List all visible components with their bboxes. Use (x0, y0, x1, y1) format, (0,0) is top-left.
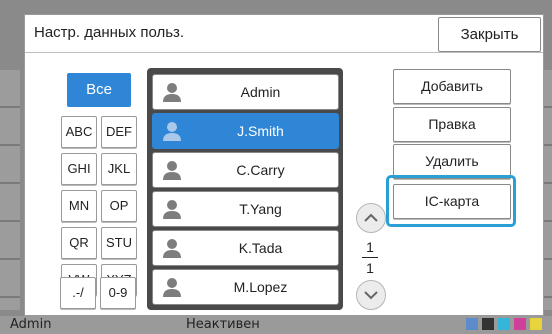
page-current: 1 (366, 239, 374, 255)
user-icon (163, 278, 181, 297)
status-user: Admin (10, 317, 52, 332)
user-icon (163, 83, 181, 102)
user-icon (163, 200, 181, 219)
filter-mn-button[interactable]: MN (61, 190, 97, 222)
user-icon (163, 161, 181, 180)
user-item-ccarry[interactable]: C.Carry (152, 152, 339, 188)
user-item-ktada[interactable]: K.Tada (152, 230, 339, 266)
user-item-jsmith[interactable]: J.Smith (152, 113, 339, 149)
chevron-up-icon (364, 213, 378, 222)
filter-symbols-button[interactable]: .-/ (60, 277, 96, 309)
filter-stu-button[interactable]: STU (101, 227, 137, 259)
filter-digits-button[interactable]: 0-9 (100, 277, 136, 309)
user-item-admin[interactable]: Admin (152, 74, 339, 110)
delete-button[interactable]: Удалить (393, 144, 511, 179)
user-name: K.Tada (238, 240, 283, 256)
ic-card-button[interactable]: IC-карта (393, 184, 511, 219)
user-list: Admin J.Smith C.Carry T.Yang K.Tada M.Lo… (147, 68, 343, 310)
user-item-tyang[interactable]: T.Yang (152, 191, 339, 227)
edit-button[interactable]: Правка (393, 107, 511, 142)
user-name: C.Carry (236, 162, 285, 178)
filter-op-button[interactable]: OP (101, 190, 137, 222)
user-name: T.Yang (239, 201, 282, 217)
background-status-bar: Admin Неактивен (0, 316, 552, 334)
filter-def-button[interactable]: DEF (101, 116, 137, 148)
user-icon (163, 122, 181, 141)
scroll-down-button[interactable] (356, 280, 386, 310)
chevron-down-icon (364, 291, 378, 300)
filter-jkl-button[interactable]: JKL (101, 153, 137, 185)
filter-ghi-button[interactable]: GHI (61, 153, 97, 185)
ink-indicators (466, 318, 542, 330)
page-indicator: 1 1 (356, 239, 384, 276)
status-state: Неактивен (186, 317, 260, 332)
user-name: M.Lopez (233, 279, 288, 295)
scroll-up-button[interactable] (356, 203, 386, 233)
close-button[interactable]: Закрыть (438, 17, 541, 52)
user-item-mlopez[interactable]: M.Lopez (152, 269, 339, 305)
user-name: J.Smith (237, 123, 284, 139)
background-left-tabs (0, 70, 20, 310)
filter-abc-button[interactable]: ABC (61, 116, 97, 148)
filter-qr-button[interactable]: QR (61, 227, 97, 259)
dialog-header: Настр. данных польз. Закрыть (25, 15, 543, 53)
filter-all-button[interactable]: Все (67, 73, 131, 107)
user-name: Admin (240, 84, 281, 100)
dialog-title: Настр. данных польз. (34, 24, 185, 41)
page-total: 1 (366, 260, 374, 276)
user-icon (163, 239, 181, 258)
user-settings-dialog: Настр. данных польз. Закрыть Все ABC DEF… (24, 14, 544, 316)
add-button[interactable]: Добавить (393, 69, 511, 104)
